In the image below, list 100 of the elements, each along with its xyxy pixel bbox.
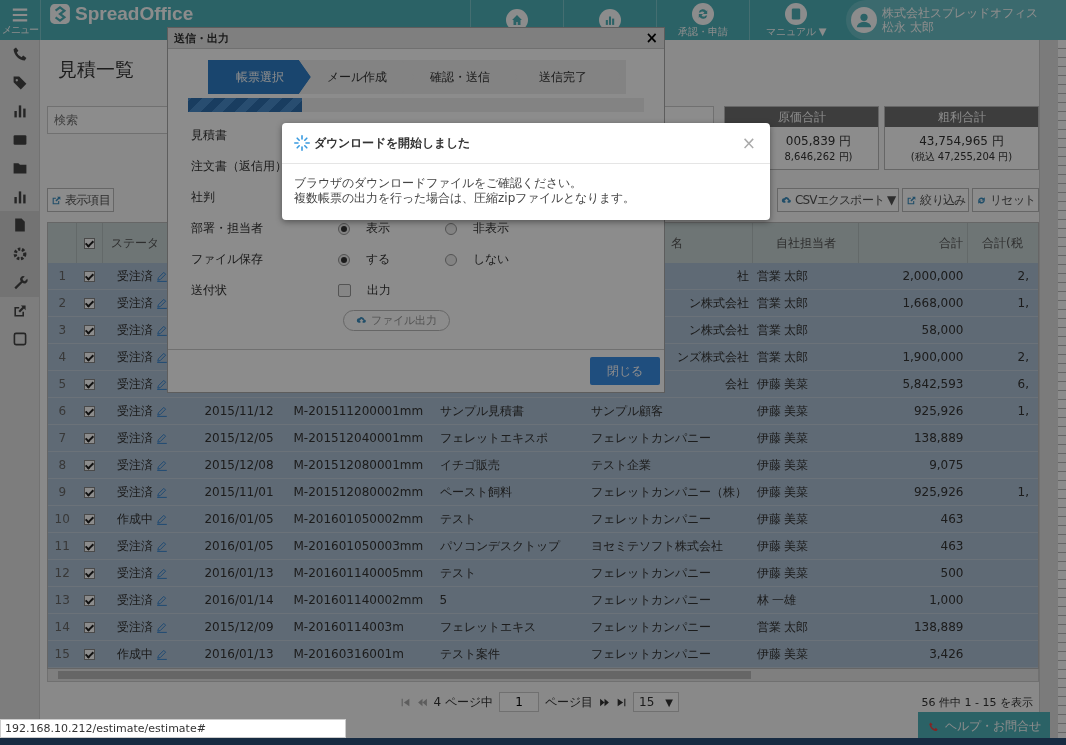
- table-cell: ン株式会社: [688, 295, 749, 310]
- status-text: 作成中: [116, 646, 153, 661]
- field-label: 見積書: [191, 128, 227, 142]
- table-cell: ン株式会社: [688, 322, 749, 337]
- table-cell: フェレットカンパニー: [590, 511, 711, 526]
- table-cell: フェレットエキスポ: [439, 430, 548, 445]
- table-cell: テスト案件: [439, 646, 500, 661]
- table-cell: M-201512040001mm: [293, 431, 424, 445]
- row-number: 2: [58, 296, 67, 310]
- table-cell: M-20160114003m: [293, 620, 404, 634]
- table-cell: 2016/01/13: [204, 647, 274, 661]
- toolbar-button[interactable]: 絞り込み: [902, 188, 970, 212]
- table-cell: 伊藤 美菜: [756, 511, 809, 526]
- dialog-title: 送信・出力: [174, 30, 230, 46]
- table-cell: フェレットカンパニー: [590, 430, 711, 445]
- field-label: 注文書（返信用）: [191, 159, 287, 173]
- column-header[interactable]: 名: [671, 235, 683, 250]
- table-cell: 138,889: [913, 431, 964, 445]
- table-cell: フェレットカンパニー: [590, 619, 711, 634]
- help-button[interactable]: ヘルプ・お問合せ: [918, 712, 1050, 740]
- table-cell: フェレットカンパニー: [590, 646, 711, 661]
- record-count: 56 件中 1 - 15 を表示: [921, 694, 1034, 710]
- table-cell: 伊藤 美菜: [756, 403, 809, 418]
- table-cell: サンプル見積書: [439, 403, 524, 418]
- column-header[interactable]: 合計: [939, 235, 963, 250]
- table-cell: 6,: [1017, 377, 1029, 391]
- table-cell: 2015/12/09: [204, 620, 274, 634]
- row-number: 10: [54, 512, 70, 526]
- table-cell: 1,: [1017, 404, 1029, 418]
- close-button[interactable]: ×: [645, 30, 658, 46]
- table-cell: テスト: [439, 511, 476, 526]
- toolbar-button[interactable]: CSVエクスポート ▼: [776, 188, 900, 212]
- table-cell: M-201601050003mm: [293, 539, 424, 553]
- field-label: 送付状: [191, 283, 227, 297]
- row-number: 6: [58, 404, 67, 418]
- row-number: 7: [58, 431, 67, 445]
- table-cell: 営業 太郎: [756, 268, 809, 283]
- option-label: する: [366, 251, 391, 268]
- page-label: ページ目: [545, 693, 593, 711]
- table-cell: M-201601050002mm: [293, 512, 424, 526]
- per-page-select[interactable]: 15 ▼: [633, 692, 679, 712]
- table-cell: 伊藤 美菜: [756, 538, 809, 553]
- amount-text: 005,839 円: [785, 132, 852, 150]
- page-field[interactable]: 1: [499, 692, 539, 712]
- table-cell: M-201512080002mm: [293, 485, 424, 499]
- status-text: 受注済: [116, 349, 153, 364]
- table-cell: 伊藤 美菜: [756, 646, 809, 661]
- caret-icon: ▼: [665, 696, 673, 708]
- table-cell: ペースト飼料: [439, 484, 512, 499]
- table-cell: ヨセミテソフト株式会社: [590, 538, 723, 553]
- table-cell: 1,668,000: [902, 296, 964, 310]
- table-cell: 会社: [724, 376, 749, 391]
- table-cell: M-201601140002mm: [293, 593, 424, 607]
- row-number: 1: [58, 269, 67, 283]
- close-button[interactable]: 閉じる: [590, 357, 660, 385]
- card-heading: 粗利合計: [885, 107, 1038, 127]
- table-cell: 1,: [1017, 296, 1029, 310]
- table-cell: 2016/01/14: [204, 593, 274, 607]
- toolbar-button[interactable]: 表示項目: [47, 188, 114, 212]
- close-button[interactable]: ×: [741, 133, 756, 153]
- status-text: 受注済: [116, 403, 153, 418]
- status-text: 受注済: [116, 322, 153, 337]
- row-number: 11: [54, 539, 70, 553]
- option-label: 出力: [367, 282, 392, 299]
- row-number: 15: [54, 647, 70, 661]
- amount-text: 43,754,965 円: [919, 132, 1004, 150]
- user-menu[interactable]: 株式会社スプレッドオフィス 松永 太郎: [846, 0, 1066, 40]
- table-cell: 925,926: [913, 404, 964, 418]
- field-label: ファイル保存: [191, 252, 263, 266]
- nav-button[interactable]: マニュアル ▼: [749, 0, 842, 40]
- table-cell: 伊藤 美菜: [756, 484, 809, 499]
- toolbar-button[interactable]: リセット: [972, 188, 1039, 212]
- row-number: 5: [58, 377, 67, 391]
- table-cell: 500: [940, 566, 964, 580]
- table-cell: ンズ株式会社: [676, 349, 749, 364]
- table-cell: 営業 太郎: [756, 619, 809, 634]
- row-number: 4: [58, 350, 67, 364]
- table-cell: 2016/01/05: [204, 539, 274, 553]
- table-cell: 3,426: [929, 647, 964, 661]
- table-cell: 463: [940, 512, 964, 526]
- table-cell: 2015/11/12: [204, 404, 274, 418]
- table-cell: 5,842,593: [902, 377, 964, 391]
- table-cell: テスト: [439, 565, 476, 580]
- status-text: 受注済: [116, 619, 153, 634]
- table-cell: フェレットカンパニー: [590, 592, 711, 607]
- table-cell: 2016/01/13: [204, 566, 274, 580]
- user-name: 松永 太郎: [882, 20, 935, 34]
- status-text: 受注済: [116, 457, 153, 472]
- tax-text: 8,646,262 円): [784, 149, 853, 164]
- table-cell: 営業 太郎: [756, 322, 809, 337]
- wizard-step[interactable]: 帳票選択: [208, 60, 311, 94]
- table-cell: イチゴ販売: [439, 457, 500, 472]
- message-text: ブラウザのダウンロードファイルをご確認ください。: [294, 176, 583, 191]
- table-cell: 2015/12/08: [204, 458, 274, 472]
- message-text: 複数帳票の出力を行った場合は、圧縮zipファイルとなります。: [294, 191, 637, 206]
- option-label: 表示: [366, 220, 391, 237]
- table-cell: 5: [439, 593, 448, 607]
- page-count: 4 ページ中: [433, 693, 493, 711]
- card-heading: 原価合計: [725, 107, 878, 127]
- table-cell: パソコンデスクトップ: [439, 538, 560, 553]
